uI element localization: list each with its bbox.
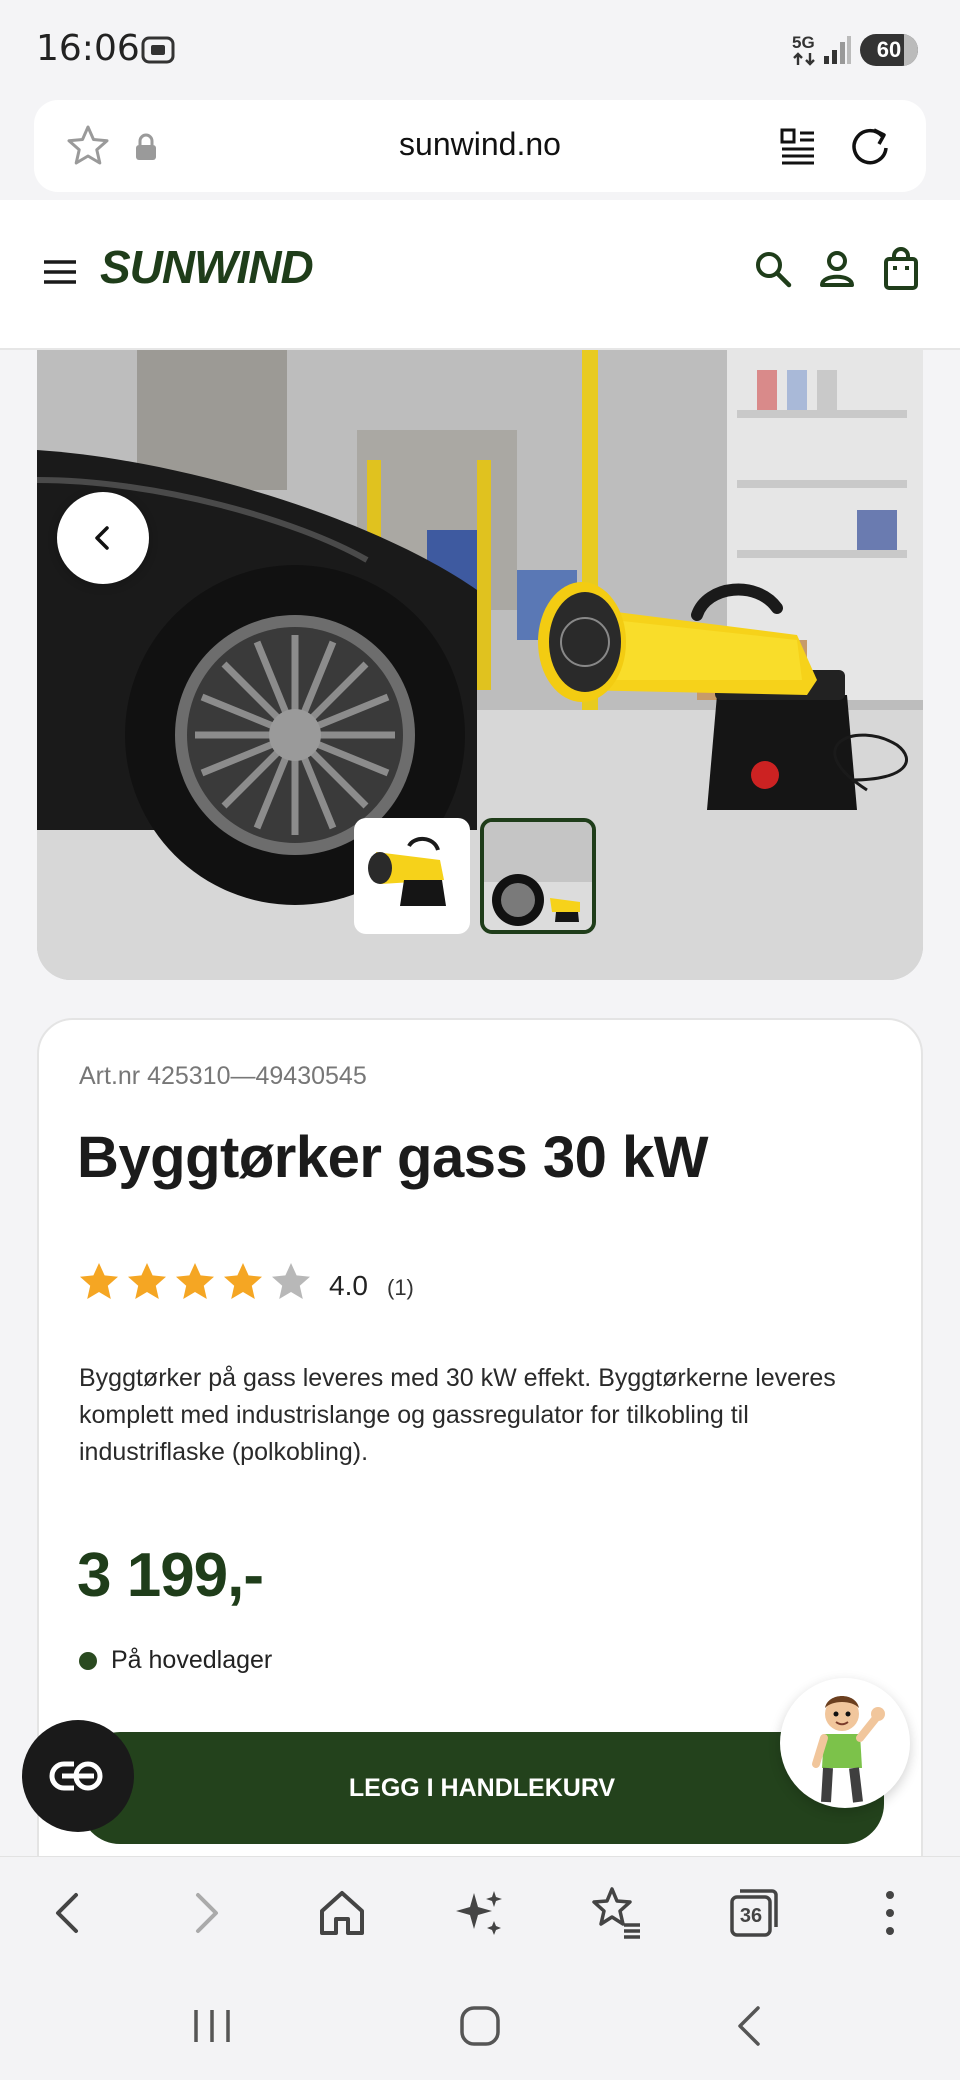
- tab-count: 36: [739, 1905, 763, 1927]
- stock-status: På hovedlager: [79, 1646, 272, 1675]
- system-navigation-bar: [0, 1968, 960, 2080]
- stock-indicator-dot: [79, 1651, 97, 1670]
- cookie-consent-icon: [49, 1761, 103, 1791]
- garage-thumbnail[interactable]: [480, 818, 596, 934]
- recent-apps-icon[interactable]: [182, 1996, 242, 2056]
- stock-status-label: På hovedlager: [111, 1646, 273, 1674]
- cookie-consent-button[interactable]: [22, 1720, 134, 1832]
- data-arrows-icon: [793, 52, 815, 66]
- cart-icon[interactable]: [880, 246, 922, 292]
- star-filled-icon: [80, 1263, 118, 1299]
- status-bar: 16:06 5G 60: [0, 0, 960, 100]
- browser-toolbar: 36: [0, 1856, 960, 1968]
- star-filled-icon: [128, 1263, 166, 1299]
- garage-thumbnail-image: [484, 822, 592, 930]
- more-options-icon[interactable]: [858, 1881, 922, 1945]
- site-header: SUNWIND: [0, 200, 960, 350]
- star-empty-icon: [272, 1263, 310, 1299]
- status-time: 16:06: [36, 28, 140, 69]
- review-count[interactable]: (1): [387, 1275, 414, 1301]
- address-bar[interactable]: sunwind.no: [34, 100, 926, 192]
- system-back-icon[interactable]: [720, 1996, 780, 2056]
- battery-level: 60: [876, 37, 902, 62]
- star-filled-icon: [176, 1263, 214, 1299]
- product-title: Byggtørker gass 30 kW: [77, 1125, 708, 1190]
- signal-icon: [824, 36, 851, 64]
- gallery-prev-button[interactable]: [57, 492, 149, 584]
- product-price: 3 199,-: [77, 1541, 264, 1610]
- battery-icon: 60: [860, 34, 918, 66]
- star-filled-icon: [224, 1263, 262, 1299]
- search-icon[interactable]: [752, 248, 794, 290]
- chat-assistant-button[interactable]: [780, 1678, 910, 1808]
- rating-value: 4.0: [329, 1270, 368, 1301]
- network-type: 5G: [792, 33, 815, 52]
- home-icon[interactable]: [310, 1881, 374, 1945]
- hamburger-menu-icon[interactable]: [40, 252, 80, 292]
- screenshot-icon: [141, 36, 175, 64]
- system-home-icon[interactable]: [450, 1996, 510, 2056]
- reload-icon[interactable]: [846, 122, 894, 170]
- product-description: Byggtørker på gass leveres med 30 kW eff…: [79, 1364, 836, 1466]
- mascot-avatar-icon: [812, 1696, 885, 1803]
- forward-icon[interactable]: [174, 1881, 238, 1945]
- product-image-gallery[interactable]: [37, 350, 923, 980]
- tabs-button[interactable]: 36: [722, 1881, 786, 1945]
- heater-thumbnail-image: [368, 837, 446, 906]
- bookmarks-icon[interactable]: [584, 1881, 648, 1945]
- rating-stars[interactable]: [77, 1260, 313, 1304]
- article-number: Art.nr 425310—49430545: [79, 1062, 367, 1090]
- sunwind-logo[interactable]: SUNWIND: [100, 240, 314, 294]
- product-thumbnail[interactable]: [354, 818, 470, 934]
- add-to-cart-button[interactable]: LEGG I HANDLEKURV: [80, 1732, 884, 1844]
- chevron-left-icon: [95, 526, 109, 550]
- reader-mode-icon[interactable]: [776, 124, 820, 168]
- ai-sparkle-icon[interactable]: [448, 1881, 512, 1945]
- back-icon[interactable]: [36, 1881, 100, 1945]
- account-icon[interactable]: [816, 248, 858, 290]
